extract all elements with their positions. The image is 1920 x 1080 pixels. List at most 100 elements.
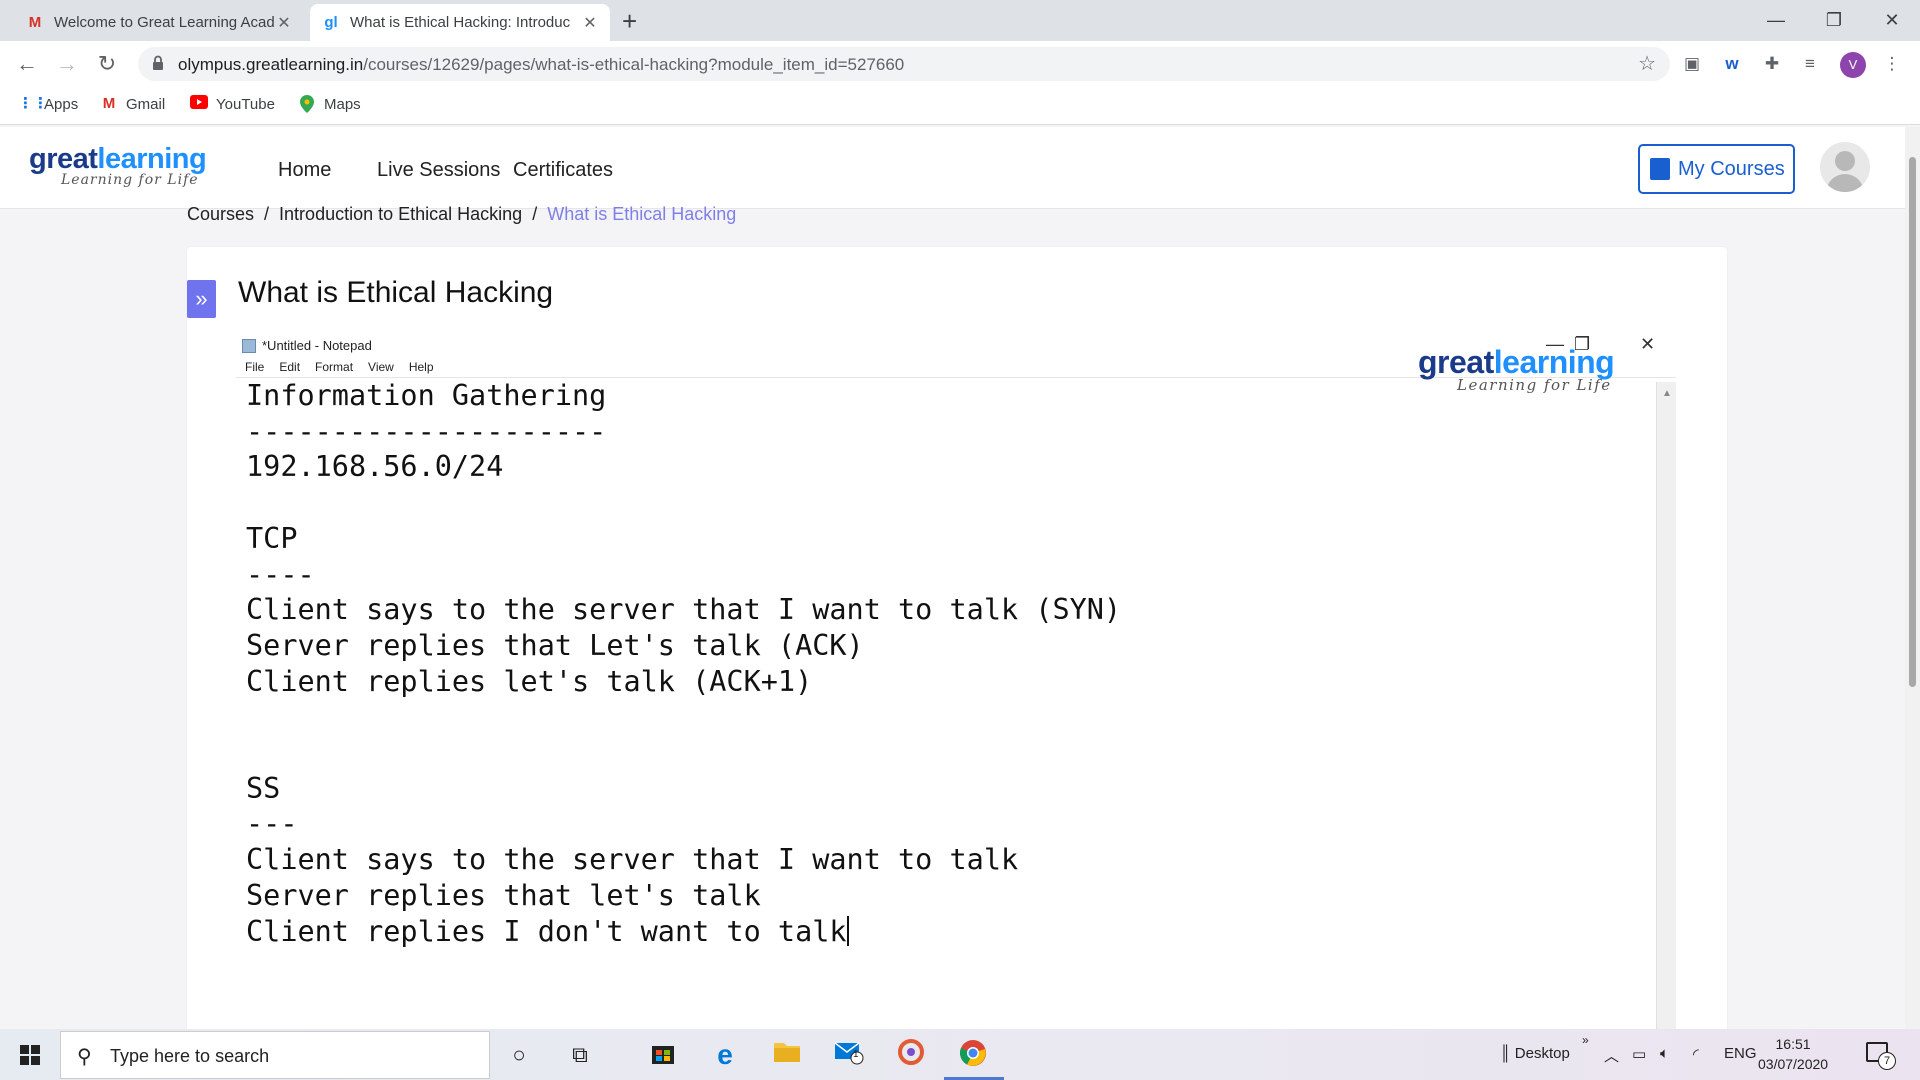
bookmark-gmail[interactable]: M Gmail: [100, 95, 165, 113]
lock-icon: [153, 55, 163, 70]
maps-icon: [298, 95, 316, 113]
chrome-icon[interactable]: [957, 1039, 989, 1071]
notepad-menu-edit: Edit: [279, 360, 301, 374]
taskbar-search-input[interactable]: ⚲ Type here to search: [60, 1031, 490, 1079]
greatlearning-favicon-icon: gl: [324, 14, 338, 31]
store-icon[interactable]: [647, 1039, 679, 1071]
new-tab-icon[interactable]: +: [622, 6, 637, 37]
book-icon: [1650, 158, 1670, 180]
nav-live-sessions[interactable]: Live Sessions: [377, 159, 500, 182]
notepad-title: *Untitled - Notepad: [262, 338, 372, 353]
browser-tab-strip: M Welcome to Great Learning Acad ✕ gl Wh…: [0, 0, 1920, 41]
clock-time: 16:51: [1775, 1036, 1811, 1052]
mail-badge: 1: [853, 1049, 859, 1060]
bookmark-label: YouTube: [216, 95, 275, 113]
bookmark-maps[interactable]: Maps: [298, 95, 361, 113]
bookmark-star-icon[interactable]: ☆: [1638, 51, 1656, 76]
app-circle-icon[interactable]: [895, 1039, 927, 1071]
bookmark-label: Apps: [44, 95, 79, 113]
url-text: olympus.greatlearning.in/courses/12629/p…: [178, 55, 905, 74]
address-bar[interactable]: olympus.greatlearning.in/courses/12629/p…: [138, 47, 1670, 81]
chevron-up-icon[interactable]: ︿: [1604, 1045, 1619, 1066]
text-cursor: [846, 915, 849, 946]
wifi-icon[interactable]: ◜: [1693, 1045, 1699, 1063]
notepad-menu-format: Format: [315, 360, 354, 374]
youtube-icon: [190, 95, 208, 113]
puzzle-extensions-icon[interactable]: ✚: [1760, 52, 1784, 76]
notepad-titlebar: *Untitled - Notepad: [242, 338, 372, 353]
notepad-icon: [242, 338, 256, 353]
video-player[interactable]: *Untitled - Notepad File Edit Format View He…: [236, 330, 1676, 1030]
notification-icon[interactable]: 7: [1866, 1042, 1896, 1070]
tab-title: What is Ethical Hacking: Introduc: [350, 14, 571, 31]
notepad-menu-view: View: [368, 360, 394, 374]
site-header: greatlearning Learning for Life Home Liv…: [0, 127, 1920, 209]
task-view-icon[interactable]: ⧉: [564, 1039, 596, 1071]
close-icon[interactable]: ✕: [276, 13, 292, 33]
file-explorer-icon[interactable]: [771, 1039, 803, 1071]
breadcrumb-separator: /: [532, 204, 538, 224]
close-window-icon[interactable]: ✕: [1864, 4, 1920, 36]
notepad-menu-help: Help: [408, 360, 434, 374]
extension-w-icon[interactable]: w: [1720, 52, 1744, 76]
browser-toolbar: ← → ↻ olympus.greatlearning.in/courses/1…: [0, 41, 1920, 87]
notepad-text: Information Gathering ------------------…: [246, 379, 1122, 948]
cortana-icon[interactable]: ○: [503, 1039, 535, 1071]
gmail-icon: M: [28, 14, 42, 31]
edge-icon[interactable]: e: [709, 1039, 741, 1071]
tab-gmail[interactable]: M Welcome to Great Learning Acad ✕: [14, 4, 304, 41]
clock[interactable]: 16:51 03/07/2020: [1758, 1034, 1828, 1074]
notepad-menu: File Edit Format View Help: [245, 360, 449, 374]
bookmark-label: Gmail: [126, 95, 166, 113]
notepad-close-icon: ✕: [1640, 334, 1656, 354]
bookmark-label: Maps: [324, 95, 361, 113]
minimize-icon[interactable]: —: [1748, 4, 1804, 36]
search-icon: ⚲: [77, 1046, 92, 1068]
volume-icon[interactable]: 🔈︎: [1660, 1045, 1669, 1062]
windows-start-icon[interactable]: [0, 1029, 60, 1080]
gmail-icon: M: [102, 95, 116, 112]
breadcrumb: Courses / Introduction to Ethical Hacking /…: [187, 204, 736, 225]
battery-icon[interactable]: ▭: [1632, 1045, 1646, 1063]
notepad-menu-file: File: [245, 360, 265, 374]
media-queue-icon[interactable]: ≡: [1798, 52, 1822, 76]
taskbar: ⚲ Type here to search ○ ⧉ e 1 ║ Desktop …: [0, 1029, 1920, 1080]
scrollbar-thumb[interactable]: [1909, 157, 1916, 687]
desktop-label: Desktop: [1514, 1045, 1570, 1062]
nav-certificates[interactable]: Certificates: [513, 159, 613, 182]
breadcrumb-module[interactable]: Introduction to Ethical Hacking: [279, 204, 522, 224]
desktop-toolbar[interactable]: ║ Desktop: [1500, 1045, 1570, 1062]
logo-tagline: Learning for Life: [61, 172, 199, 188]
notification-badge: 7: [1878, 1052, 1896, 1070]
watermark-tagline: Learning for Life: [1457, 376, 1612, 394]
my-courses-label: My Courses: [1678, 157, 1785, 180]
close-icon[interactable]: ✕: [582, 13, 598, 33]
bookmark-youtube[interactable]: YouTube: [190, 95, 275, 113]
toolbar-expand-icon[interactable]: »: [1582, 1033, 1589, 1047]
mail-icon[interactable]: 1: [833, 1039, 865, 1071]
clock-date: 03/07/2020: [1758, 1056, 1829, 1072]
notepad-scrollbar: ▲: [1656, 382, 1676, 1030]
breadcrumb-separator: /: [264, 204, 270, 224]
kebab-menu-icon[interactable]: ⋮: [1880, 52, 1904, 76]
apps-grid-icon: ⋮⋮: [18, 95, 48, 112]
language-indicator[interactable]: ENG: [1724, 1045, 1757, 1062]
page-scrollbar[interactable]: [1905, 127, 1920, 1029]
bookmarks-bar: ⋮⋮ Apps M Gmail YouTube Maps: [0, 87, 1920, 125]
back-icon[interactable]: ←: [12, 49, 42, 79]
bookmark-apps[interactable]: ⋮⋮ Apps: [18, 95, 78, 113]
user-avatar[interactable]: [1820, 142, 1870, 192]
extension-icon[interactable]: ▣: [1680, 52, 1704, 76]
forward-icon[interactable]: →: [52, 49, 82, 79]
breadcrumb-courses[interactable]: Courses: [187, 204, 254, 224]
breadcrumb-current: What is Ethical Hacking: [547, 204, 737, 224]
browser-profile-avatar[interactable]: V: [1840, 52, 1866, 78]
sidebar-toggle-button[interactable]: »: [187, 280, 216, 318]
reload-icon[interactable]: ↻: [92, 49, 122, 79]
maximize-icon[interactable]: ❐: [1806, 4, 1862, 36]
nav-home[interactable]: Home: [278, 159, 331, 182]
my-courses-button[interactable]: My Courses: [1638, 144, 1795, 194]
page-title: What is Ethical Hacking: [238, 276, 554, 309]
tab-title: Welcome to Great Learning Acad: [54, 14, 275, 31]
tab-ethical-hacking[interactable]: gl What is Ethical Hacking: Introduc ✕: [310, 4, 610, 41]
